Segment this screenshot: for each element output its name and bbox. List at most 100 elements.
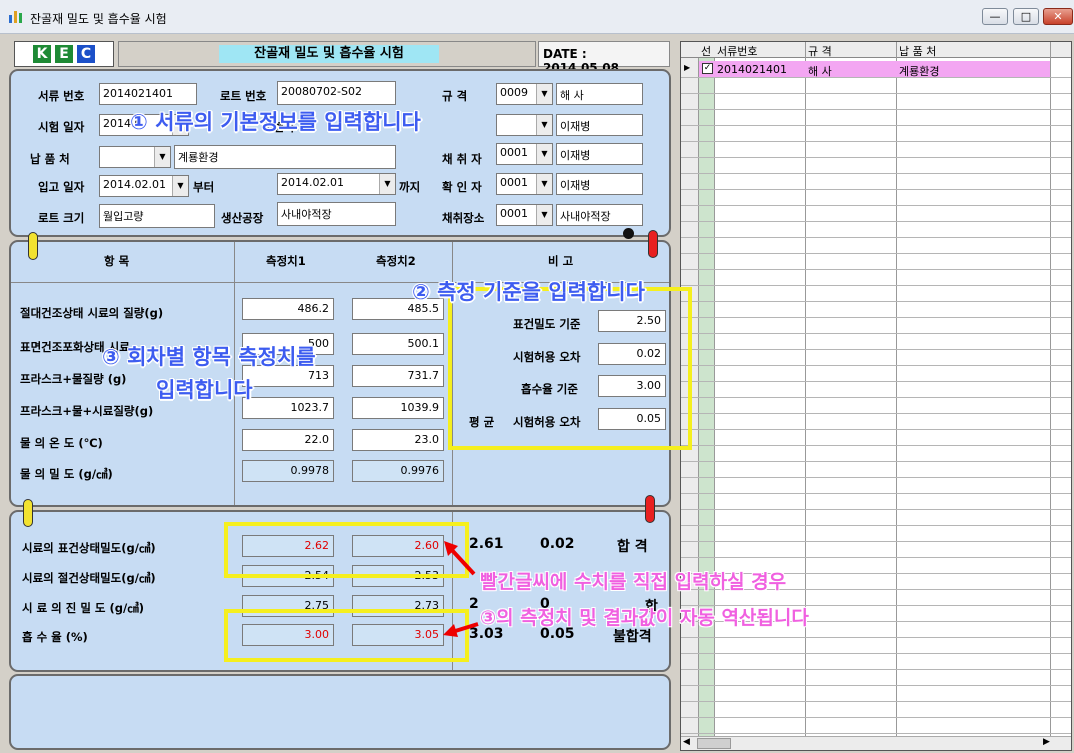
spec-name-field[interactable]: 해 사 (556, 83, 643, 105)
chevron-down-icon: ▼ (536, 115, 552, 135)
chevron-down-icon: ▼ (154, 147, 170, 167)
grid-row-line (681, 685, 1071, 686)
grid-row-line (681, 413, 1071, 414)
doc-no-label: 서류 번호 (38, 89, 85, 103)
grid-header-doc-no[interactable]: 서류번호 (717, 43, 757, 59)
doc-no-field[interactable]: 2014021401 (99, 83, 197, 105)
absorption-highlight-box (224, 609, 469, 662)
grid-row-line (681, 733, 1071, 734)
from-label: 부터 (193, 180, 215, 194)
m2-calc-field: 0.9976 (352, 460, 444, 482)
annotation-3-line1: ③ 회차별 항목 측정치를 (102, 345, 316, 369)
lot-size-field[interactable]: 월입고량 (99, 204, 215, 228)
horizontal-scrollbar[interactable]: ◀ ▶ (681, 736, 1071, 750)
grid-row-line (681, 365, 1071, 366)
maximize-button[interactable]: □ (1013, 8, 1039, 25)
grid-row-line (681, 109, 1071, 110)
scroll-left-icon[interactable]: ◀ (683, 737, 690, 747)
grid-header-spec[interactable]: 규 격 (808, 43, 832, 59)
site-name-field[interactable]: 사내야적장 (556, 204, 643, 226)
chevron-down-icon: ▼ (536, 144, 552, 164)
lot-size-label: 로트 크기 (38, 211, 85, 225)
m2-input[interactable]: 731.7 (352, 365, 444, 387)
sampler-name-field[interactable]: 이재병 (556, 143, 643, 165)
checker-name-field[interactable]: 이재병 (556, 173, 643, 195)
kec-logo: K E C (14, 41, 114, 67)
supplier-label: 납 품 처 (30, 152, 70, 166)
grid-row-line (681, 269, 1071, 270)
chevron-down-icon: ▼ (172, 176, 188, 196)
spec-code-value: 0009 (500, 86, 528, 99)
grid-row-line (681, 77, 1071, 78)
plant-field[interactable]: 사내야적장 (277, 202, 396, 226)
m2-input[interactable]: 1039.9 (352, 397, 444, 419)
grid-row-line (681, 557, 1071, 558)
black-dot (623, 228, 634, 239)
test-date-label: 시험 일자 (38, 120, 85, 134)
measure-row-label: 물 의 밀 도 (g/㎤) (20, 467, 113, 481)
spec-code-dropdown[interactable]: 0009 ▼ (496, 83, 553, 105)
site-code-dropdown[interactable]: 0001 ▼ (496, 204, 553, 226)
m1-input[interactable]: 1023.7 (242, 397, 334, 419)
plant-label: 생산공장 (221, 211, 264, 225)
checker-label: 확 인 자 (442, 180, 482, 194)
grid-header-select[interactable]: 선 (701, 43, 711, 59)
grid-row-line (681, 493, 1071, 494)
m2-input[interactable]: 500.1 (352, 333, 444, 355)
sampler-code-dropdown[interactable]: 0001 ▼ (496, 143, 553, 165)
close-button[interactable]: ✕ (1043, 8, 1073, 25)
measure-row-label: 프라스크+물질량 (g) (20, 372, 127, 386)
grid-row-line (681, 317, 1071, 318)
lot-no-field[interactable]: 20080702-S02 (277, 81, 396, 105)
grid-cell-doc-no: 2014021401 (717, 63, 787, 76)
grid-row-line (681, 141, 1071, 142)
grid-row-line (681, 333, 1071, 334)
grid-row-line (681, 93, 1071, 94)
sampler-code-value: 0001 (500, 146, 528, 159)
in-date-from-value: 2014.02.01 (103, 178, 166, 191)
grid-row-line (681, 157, 1071, 158)
supplier-name-field[interactable]: 계룡환경 (174, 145, 396, 169)
grid-row-line (681, 525, 1071, 526)
grid-row-line (681, 189, 1071, 190)
yellow-indicator (23, 499, 33, 527)
in-date-from-picker[interactable]: 2014.02.01 ▼ (99, 175, 189, 197)
scroll-right-icon[interactable]: ▶ (1043, 737, 1050, 747)
to-label: 까지 (399, 180, 421, 194)
tester-code-dropdown[interactable]: ▼ (496, 114, 553, 136)
grid-row-line (681, 669, 1071, 670)
grid-row-line (681, 429, 1071, 430)
chart-app-icon (9, 11, 22, 23)
m1-input[interactable]: 486.2 (242, 298, 334, 320)
grid-row-line (681, 221, 1071, 222)
grid-row-line (681, 237, 1071, 238)
measure-row-label: 절대건조상태 시료의 질량(g) (20, 306, 164, 320)
m1-calc-field: 0.9978 (242, 460, 334, 482)
criteria-highlight-box (448, 287, 692, 450)
grid-header-supplier[interactable]: 납 품 처 (899, 43, 936, 59)
window-title: 잔골재 밀도 및 흡수율 시험 (30, 12, 167, 26)
grid-row-line (681, 285, 1071, 286)
bottom-panel (9, 674, 671, 750)
minimize-button[interactable]: — (982, 8, 1008, 25)
lot-no-label: 로트 번호 (220, 89, 267, 103)
scroll-thumb[interactable] (697, 738, 731, 749)
col-m1-header: 측정치1 (266, 254, 306, 268)
m1-input[interactable]: 22.0 (242, 429, 334, 451)
in-date-to-picker[interactable]: 2014.02.01 ▼ (277, 173, 396, 195)
tester-name-field[interactable]: 이재병 (556, 114, 643, 136)
checker-code-dropdown[interactable]: 0001 ▼ (496, 173, 553, 195)
result-verdict: 합 격 (617, 539, 648, 555)
annotation-1: ① 서류의 기본정보를 입력합니다 (130, 110, 421, 134)
grid-row-line (681, 461, 1071, 462)
grid-row-line (681, 637, 1071, 638)
row-pointer-icon: ▶ (684, 63, 691, 72)
grid-row-line (681, 445, 1071, 446)
sampler-label: 채 취 자 (442, 152, 482, 166)
site-label: 채취장소 (442, 211, 485, 225)
grid-row-line (681, 173, 1071, 174)
row-checkbox[interactable]: ✓ (702, 63, 713, 74)
form-title-bar: 잔골재 밀도 및 흡수율 시험 (118, 41, 536, 67)
supplier-code-dropdown[interactable]: ▼ (99, 146, 171, 168)
m2-input[interactable]: 23.0 (352, 429, 444, 451)
